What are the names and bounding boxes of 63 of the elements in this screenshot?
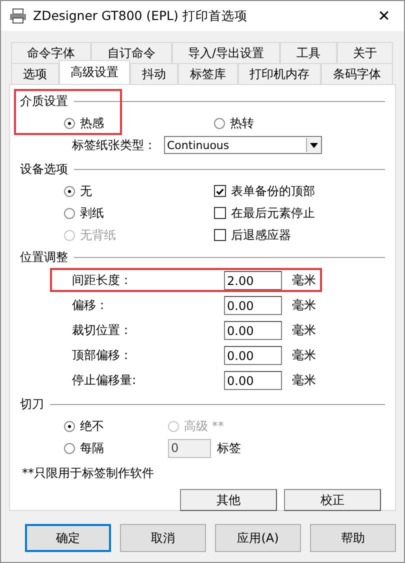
checkbox[interactable] (214, 207, 226, 219)
field-label: 偏移： (72, 297, 109, 314)
dialog-button[interactable]: 帮助 (310, 524, 396, 552)
tab[interactable]: 选项 (11, 63, 59, 84)
checkbox[interactable] (214, 229, 226, 241)
paper-type-dropdown[interactable]: Continuous (164, 136, 322, 154)
option-label: 无背纸 (80, 226, 116, 244)
option-label: 绝不 (80, 418, 104, 434)
printer-icon (9, 8, 27, 24)
radio-button[interactable] (64, 186, 75, 196)
group-title: 位置调整 (20, 248, 68, 266)
dialog-button[interactable]: 取消 (120, 524, 206, 552)
input-field[interactable]: 0.00 (224, 346, 282, 365)
option-label: 热转 (230, 114, 254, 132)
field-label: 顶部偏移： (72, 347, 133, 364)
radio-button[interactable] (64, 118, 75, 128)
input-field[interactable]: 2.00 (224, 271, 282, 290)
field-label: 间距长度： (72, 272, 133, 289)
option-label: 每隔 (80, 440, 104, 456)
group-title: 介质设置 (20, 92, 68, 110)
tab[interactable]: 抖动 (130, 63, 178, 84)
panel-button[interactable]: 其他 (180, 489, 277, 511)
option-label: 剥纸 (80, 204, 104, 222)
tab[interactable]: 关于 (336, 42, 393, 63)
checkbox[interactable] (214, 185, 226, 197)
radio-button[interactable] (64, 420, 75, 432)
input-field[interactable]: 0.00 (224, 321, 282, 340)
option-label: 无 (80, 182, 92, 200)
tab[interactable]: 条码字体 (321, 63, 394, 84)
radio-button[interactable] (64, 442, 75, 454)
tab[interactable]: 打印机内存 (238, 63, 322, 84)
tab[interactable]: 导入/导出设置 (172, 42, 280, 63)
tab[interactable]: 标签库 (178, 63, 238, 84)
tab[interactable]: 自订命令 (91, 42, 172, 63)
field-label: 标签纸张类型： (72, 136, 156, 154)
unit-label: 标签 (217, 440, 241, 456)
field-label: 裁切位置： (72, 322, 133, 339)
dialog-button[interactable]: 应用(A) (215, 524, 301, 552)
footnote: **只限用于标签制作软件 (21, 464, 155, 482)
group-title: 切刀 (20, 396, 44, 412)
option-label: 高级 ** (184, 418, 224, 434)
input-field[interactable]: 0.00 (224, 296, 282, 315)
tab[interactable]: 工具 (280, 42, 337, 63)
radio-button[interactable] (214, 118, 225, 128)
unit-label: 毫米 (292, 297, 317, 314)
unit-label: 毫米 (292, 347, 317, 364)
panel-button[interactable]: 校正 (284, 489, 381, 511)
unit-label: 毫米 (292, 372, 317, 389)
option-label: 热感 (80, 114, 104, 132)
dialog-button[interactable]: 确定 (25, 524, 111, 552)
group-title: 设备选项 (20, 160, 68, 178)
close-button[interactable]: ✕ (364, 1, 404, 31)
option-label: 在最后元素停止 (231, 204, 315, 222)
window-title: ZDesigner GT800 (EPL) 打印首选项 (33, 8, 248, 24)
field-label: 停止偏移量: (72, 372, 138, 389)
tab[interactable]: 高级设置 (58, 60, 130, 84)
unit-label: 毫米 (292, 322, 317, 339)
option-label: 后退感应器 (231, 226, 291, 244)
tab[interactable]: 命令字体 (11, 42, 92, 63)
radio-button[interactable] (64, 208, 75, 218)
input-field[interactable]: 0.00 (224, 371, 282, 390)
option-label: 表单备份的顶部 (231, 182, 315, 200)
unit-label: 毫米 (292, 272, 317, 289)
